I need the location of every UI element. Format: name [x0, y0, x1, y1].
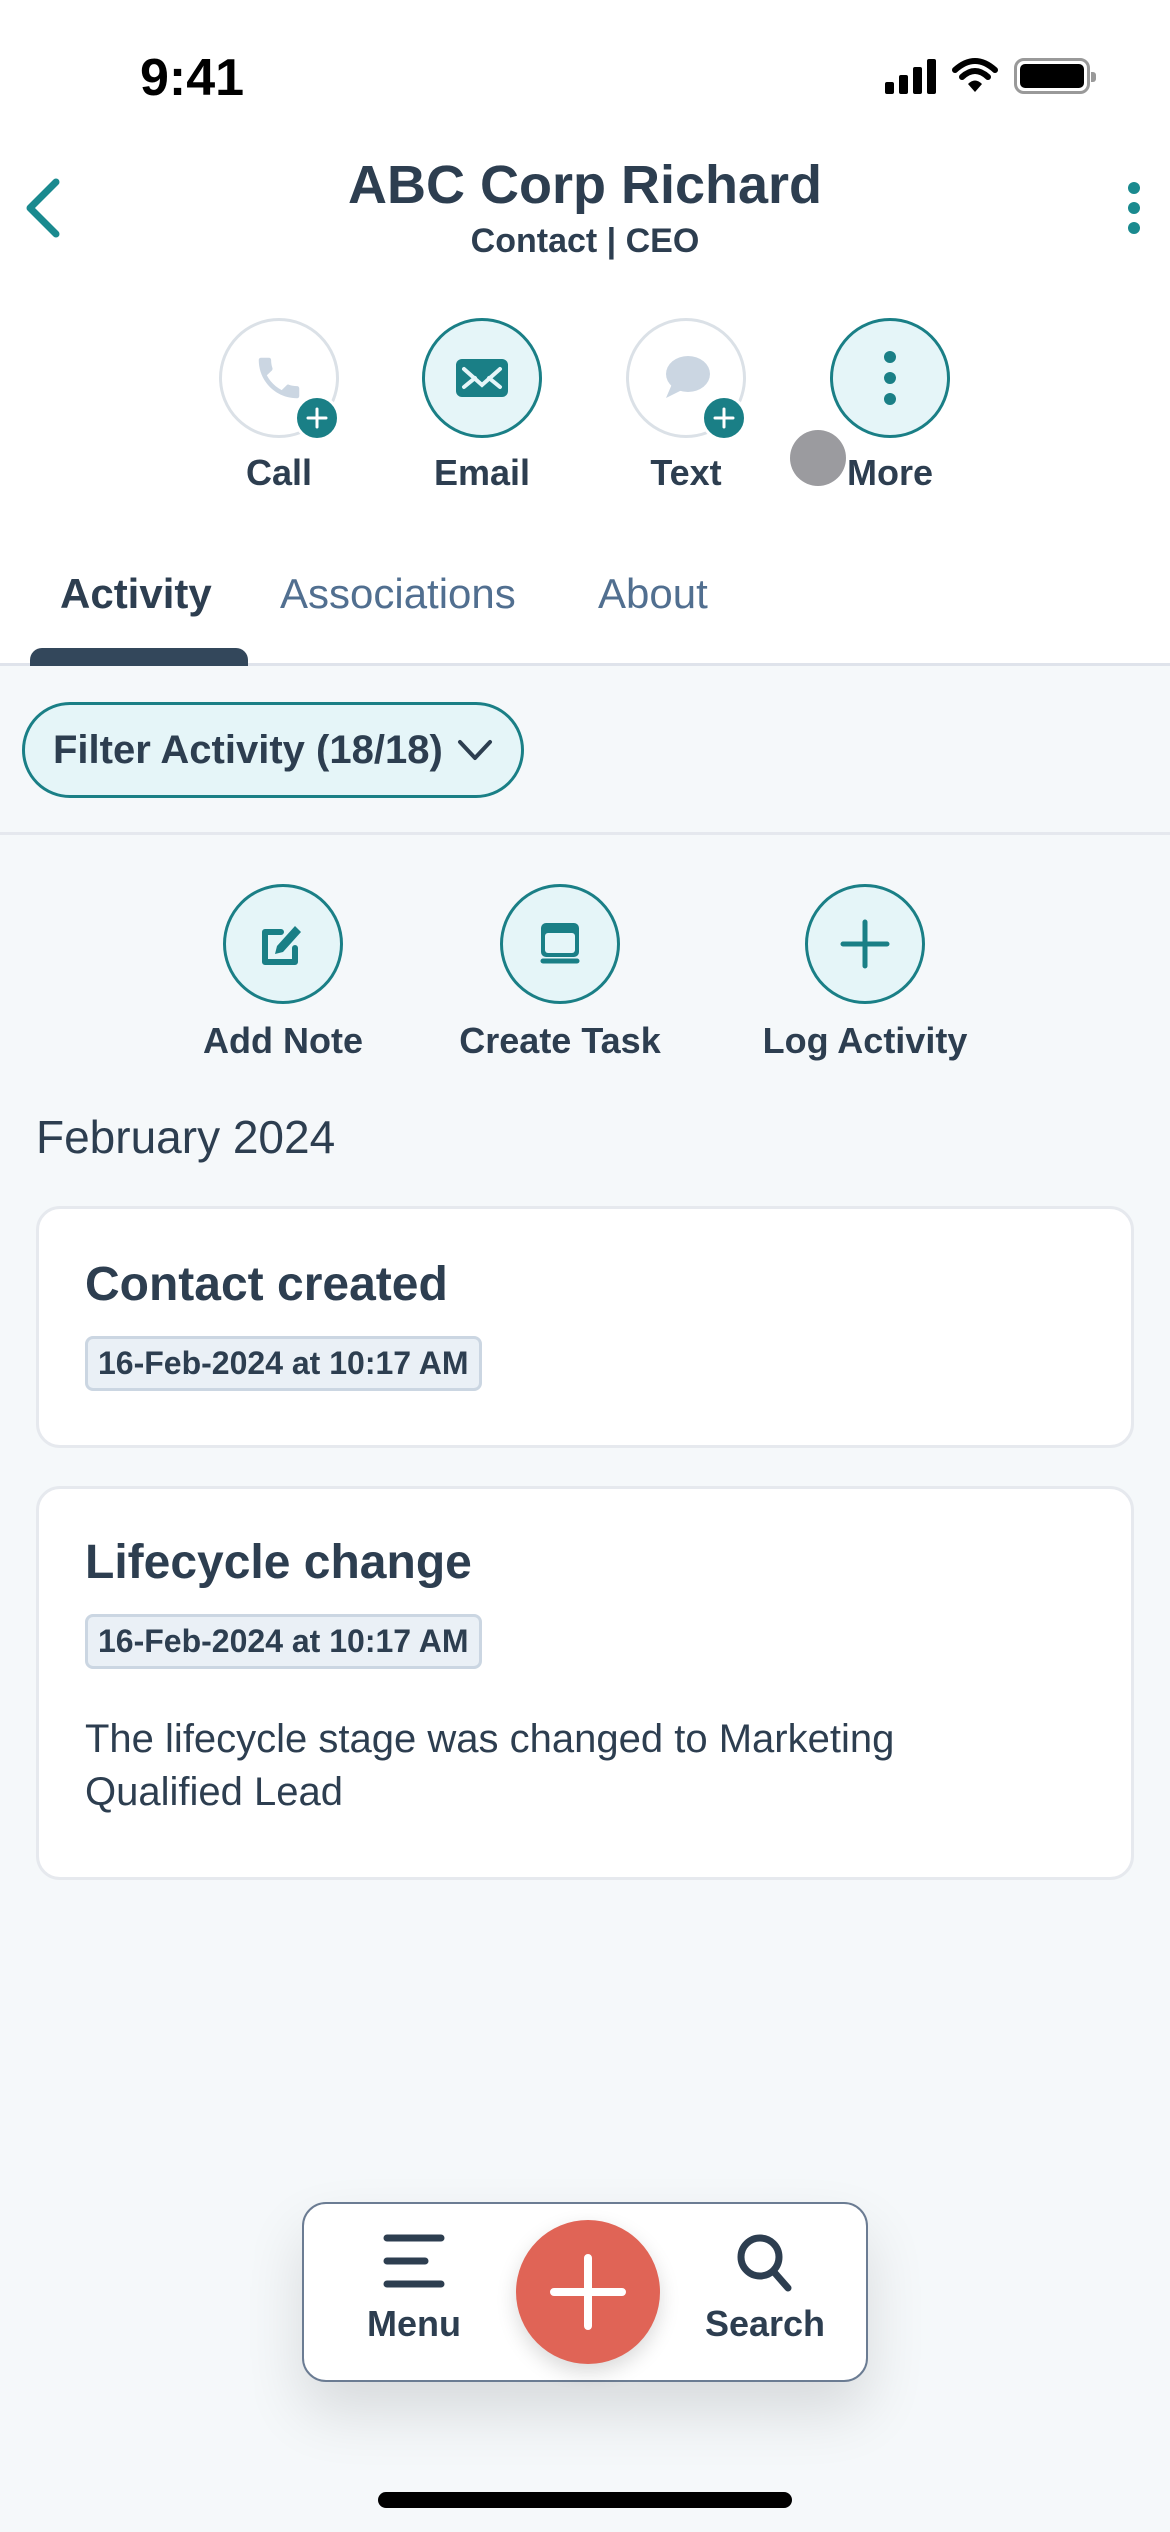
battery-icon [1014, 58, 1096, 94]
signal-icon [885, 58, 936, 94]
timeline-card-contact-created[interactable]: Contact created 16-Feb-2024 at 10:17 AM [36, 1206, 1134, 1448]
bottom-nav: Menu Search [302, 2202, 868, 2382]
more-options-button[interactable] [1116, 178, 1152, 238]
card-title: Contact created [85, 1258, 448, 1311]
tab-bar: Activity Associations About [0, 560, 1170, 666]
add-badge-icon [294, 395, 340, 441]
create-task-label: Create Task [459, 1020, 661, 1061]
page-subtitle: Contact | CEO [470, 222, 700, 260]
timestamp-badge: 16-Feb-2024 at 10:17 AM [85, 1614, 482, 1669]
home-indicator [378, 2492, 792, 2508]
tab-activity[interactable]: Activity [60, 570, 212, 618]
menu-label: Menu [367, 2303, 461, 2344]
email-button[interactable]: Email [407, 318, 557, 494]
timeline-month-heading: February 2024 [36, 1111, 336, 1163]
tab-associations[interactable]: Associations [280, 570, 516, 618]
chevron-down-icon [457, 740, 492, 760]
menu-button[interactable]: Menu [354, 2232, 474, 2345]
call-label: Call [245, 452, 313, 493]
email-icon [456, 359, 508, 397]
card-title: Lifecycle change [85, 1536, 472, 1589]
plus-icon [840, 919, 890, 969]
touch-indicator [790, 430, 846, 486]
task-icon [540, 923, 580, 964]
search-button[interactable]: Search [700, 2232, 830, 2345]
wifi-icon [952, 58, 998, 92]
text-button[interactable]: Text [611, 318, 761, 494]
search-label: Search [704, 2303, 826, 2344]
status-time: 9:41 [140, 49, 245, 107]
add-note-button[interactable]: Add Note [193, 884, 373, 1062]
chat-bubble-icon [666, 356, 710, 398]
create-task-button[interactable]: Create Task [440, 884, 680, 1062]
phone-icon [258, 357, 300, 399]
call-button[interactable]: Call [204, 318, 354, 494]
section-divider [0, 832, 1170, 835]
page-title: ABC Corp Richard [347, 155, 823, 215]
search-icon [737, 2234, 792, 2292]
log-activity-label: Log Activity [762, 1020, 968, 1061]
log-activity-button[interactable]: Log Activity [740, 884, 990, 1062]
tab-about[interactable]: About [598, 570, 708, 618]
timeline-card-lifecycle-change[interactable]: Lifecycle change 16-Feb-2024 at 10:17 AM… [36, 1486, 1134, 1880]
more-vertical-icon [884, 351, 896, 405]
filter-label: Filter Activity (18/18) [53, 727, 443, 772]
add-note-label: Add Note [203, 1020, 363, 1061]
menu-icon [383, 2234, 445, 2288]
active-tab-indicator [30, 648, 248, 666]
text-label: Text [650, 452, 722, 493]
add-badge-icon [701, 395, 747, 441]
email-label: Email [433, 452, 531, 493]
create-fab-button[interactable] [516, 2220, 660, 2364]
plus-icon [550, 2254, 626, 2330]
filter-activity-dropdown[interactable]: Filter Activity (18/18) [22, 702, 524, 798]
status-icons [885, 58, 1096, 94]
card-body: The lifecycle stage was changed to Marke… [85, 1717, 895, 1814]
edit-note-icon [262, 926, 301, 965]
timestamp-badge: 16-Feb-2024 at 10:17 AM [85, 1336, 482, 1391]
